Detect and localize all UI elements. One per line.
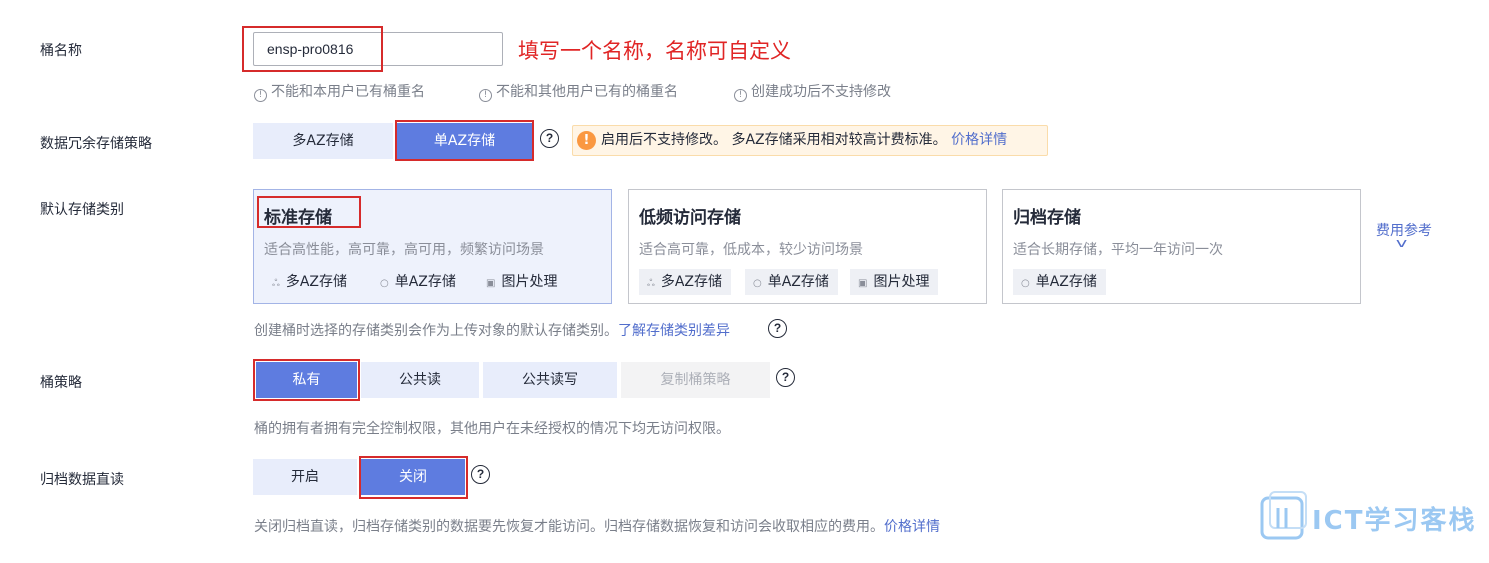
card-title: 标准存储	[264, 208, 332, 228]
tag-single-az: ○ 单AZ存储	[372, 269, 465, 295]
tag-single-az: ○ 单AZ存储	[1013, 269, 1106, 295]
archive-read-label: 归档数据直读	[40, 472, 124, 488]
price-details-link[interactable]: 价格详情	[951, 132, 1007, 148]
bucket-name-label: 桶名称	[40, 43, 82, 59]
bucket-name-hint-1: ! 不能和本用户已有桶重名	[254, 81, 425, 102]
storage-class-label: 默认存储类别	[40, 202, 124, 218]
policy-option-public-read[interactable]: 公共读	[361, 362, 479, 398]
storage-card-archive[interactable]: 归档存储 适合长期存储，平均一年访问一次 ○ 单AZ存储	[1002, 189, 1361, 304]
redundancy-option-multi-az[interactable]: 多AZ存储	[253, 123, 393, 159]
watermark-text: ICT学习客栈	[1312, 506, 1477, 536]
tag-image-processing: ▣ 图片处理	[478, 269, 566, 295]
circle-icon: ○	[380, 278, 389, 289]
card-desc: 适合长期存储，平均一年访问一次	[1013, 242, 1223, 258]
bucket-name-input[interactable]: ensp-pro0816	[253, 32, 503, 66]
tag-multi-az: ஃ 多AZ存储	[639, 269, 732, 295]
watermark-logo-icon	[1260, 491, 1307, 540]
policy-option-copy-policy: 复制桶策略	[621, 362, 770, 398]
image-icon: ▣	[858, 278, 868, 289]
info-icon: !	[479, 89, 492, 102]
bucket-name-hint-3: ! 创建成功后不支持修改	[734, 81, 891, 102]
circle-icon: ○	[1021, 278, 1030, 289]
redundancy-warning: ! 启用后不支持修改。 多AZ存储采用相对较高计费标准。 价格详情	[572, 125, 1048, 156]
info-icon: !	[734, 89, 747, 102]
card-desc: 适合高性能，高可靠，高可用，频繁访问场景	[264, 242, 544, 258]
card-title: 归档存储	[1013, 208, 1081, 228]
storage-card-standard[interactable]: 标准存储 适合高性能，高可靠，高可用，频繁访问场景 ஃ 多AZ存储 ○ 单AZ存储 …	[253, 189, 612, 304]
storage-class-hint: 创建桶时选择的存储类别会作为上传对象的默认存储类别。了解存储类别差异	[254, 323, 730, 339]
redundancy-label: 数据冗余存储策略	[40, 136, 152, 152]
card-desc: 适合高可靠，低成本，较少访问场景	[639, 242, 863, 258]
help-icon-storage-class[interactable]: ?	[768, 319, 787, 338]
archive-read-hint: 关闭归档直读，归档存储类别的数据要先恢复才能访问。归档存储数据恢复和访问会收取相…	[254, 519, 940, 535]
circle-icon: ○	[753, 278, 762, 289]
warning-icon: !	[577, 131, 596, 150]
redundancy-option-single-az[interactable]: 单AZ存储	[397, 123, 532, 159]
help-icon-archive-read[interactable]: ?	[471, 465, 490, 484]
cluster-icon: ஃ	[272, 278, 280, 289]
storage-card-infrequent[interactable]: 低频访问存储 适合高可靠，低成本，较少访问场景 ஃ 多AZ存储 ○ 单AZ存储 ▣ 图…	[628, 189, 987, 304]
chevron-down-icon[interactable]: v	[1396, 236, 1407, 250]
help-icon-redundancy[interactable]: ?	[540, 129, 559, 148]
policy-option-private[interactable]: 私有	[256, 362, 357, 398]
info-icon: !	[254, 89, 267, 102]
archive-price-details-link[interactable]: 价格详情	[884, 519, 940, 535]
policy-hint: 桶的拥有者拥有完全控制权限，其他用户在未经授权的情况下均无访问权限。	[254, 421, 730, 437]
storage-class-diff-link[interactable]: 了解存储类别差异	[618, 323, 730, 339]
card-title: 低频访问存储	[639, 208, 741, 228]
image-icon: ▣	[486, 278, 496, 289]
cluster-icon: ஃ	[647, 278, 655, 289]
tag-single-az: ○ 单AZ存储	[745, 269, 838, 295]
help-icon-policy[interactable]: ?	[776, 368, 795, 387]
archive-read-option-on[interactable]: 开启	[253, 459, 357, 495]
policy-option-public-read-write[interactable]: 公共读写	[483, 362, 617, 398]
archive-read-option-off[interactable]: 关闭	[361, 459, 465, 495]
policy-label: 桶策略	[40, 375, 82, 391]
tag-multi-az: ஃ 多AZ存储	[264, 269, 356, 295]
bucket-name-hint-2: ! 不能和其他用户已有的桶重名	[479, 81, 678, 102]
annotation-bucket-name: 填写一个名称，名称可自定义	[518, 39, 791, 63]
tag-image-processing: ▣ 图片处理	[850, 269, 939, 295]
